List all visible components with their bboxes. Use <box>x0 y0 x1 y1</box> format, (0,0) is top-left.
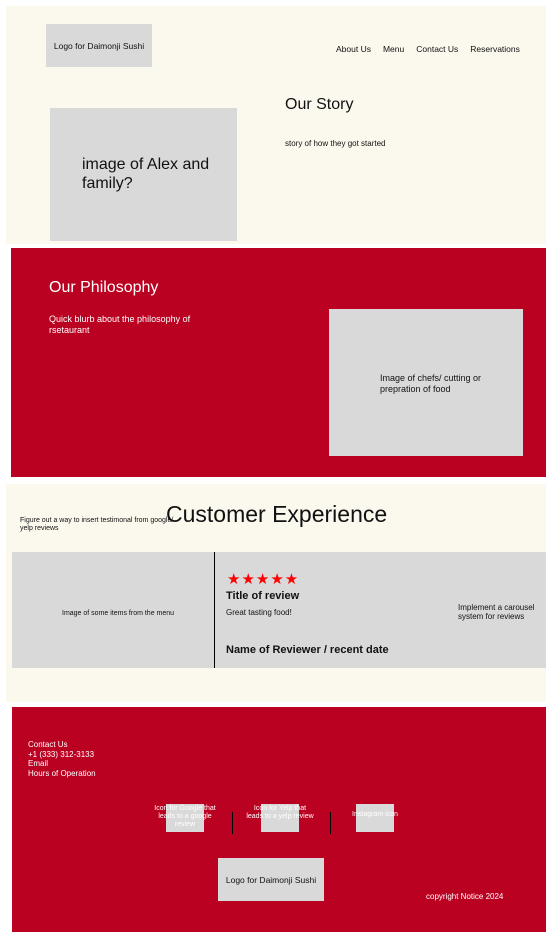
story-image-placeholder: image of Alex and family? <box>50 108 237 241</box>
reviewer-name: Name of Reviewer / recent date <box>226 644 389 656</box>
philosophy-body: Quick blurb about the philosophy of rset… <box>49 314 191 335</box>
philosophy-image-caption: Image of chefs/ cutting or prepration of… <box>380 373 482 394</box>
google-icon-label: Icon for Google that leads to a google r… <box>154 805 216 828</box>
story-image-caption: image of Alex and family? <box>82 156 210 192</box>
instagram-icon-label: Instagram icon <box>352 811 398 818</box>
yelp-icon-label: Icon for Yelp that leads to a yelp revie… <box>246 805 314 820</box>
hero-section: Logo for Daimonji Sushi About Us Menu Co… <box>6 6 546 244</box>
testimonial-note: Figure out a way to insert testimonal fr… <box>20 517 174 532</box>
star-rating-icon: ★★★★★ <box>227 571 300 588</box>
philosophy-title: Our Philosophy <box>49 279 159 296</box>
review-text: Great tasting food! <box>226 608 292 617</box>
review-band: Image of some items from the menu ★★★★★ … <box>12 552 546 668</box>
contact-hours: Hours of Operation <box>28 768 96 778</box>
nav-reservations[interactable]: Reservations <box>470 44 520 54</box>
philosophy-image-placeholder: Image of chefs/ cutting or prepration of… <box>329 309 523 456</box>
contact-phone[interactable]: +1 (333) 312-3133 <box>28 750 96 760</box>
contact-info: Contact Us +1 (333) 312-3133 Email Hours… <box>28 740 96 778</box>
customer-experience-title: Customer Experience <box>166 501 388 527</box>
icon-separator <box>232 812 233 834</box>
nav-menu[interactable]: Menu <box>383 44 404 54</box>
copyright-notice: copyright Notice 2024 <box>426 892 504 901</box>
icon-separator <box>330 812 331 834</box>
footer: Contact Us +1 (333) 312-3133 Email Hours… <box>12 707 546 932</box>
nav-contact-us[interactable]: Contact Us <box>416 44 458 54</box>
story-title: Our Story <box>285 96 354 113</box>
nav-about-us[interactable]: About Us <box>336 44 371 54</box>
story-body: story of how they got started <box>285 139 386 148</box>
footer-logo[interactable]: Logo for Daimonji Sushi <box>218 858 324 901</box>
contact-heading: Contact Us <box>28 740 68 749</box>
header-logo[interactable]: Logo for Daimonji Sushi <box>46 24 152 67</box>
menu-image-caption: Image of some items from the menu <box>62 610 175 617</box>
main-nav: About Us Menu Contact Us Reservations <box>336 44 520 54</box>
review-divider <box>214 552 215 668</box>
review-title: Title of review <box>226 590 300 602</box>
philosophy-section: Our Philosophy Quick blurb about the phi… <box>11 248 546 477</box>
contact-email[interactable]: Email <box>28 759 96 769</box>
carousel-note: Implement a carousel system for reviews <box>458 603 535 621</box>
